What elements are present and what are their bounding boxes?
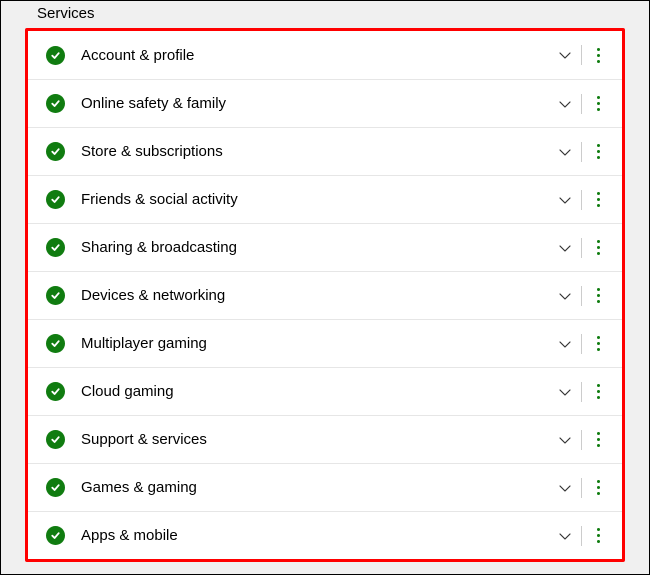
more-options-icon[interactable]	[586, 186, 610, 214]
divider	[581, 142, 582, 162]
chevron-down-icon[interactable]	[551, 234, 579, 262]
service-row[interactable]: Account & profile	[28, 31, 622, 79]
services-list: Account & profile Online safety & family S…	[28, 31, 622, 559]
more-options-icon[interactable]	[586, 90, 610, 118]
chevron-down-icon[interactable]	[551, 426, 579, 454]
service-label: Online safety & family	[81, 95, 551, 112]
chevron-down-icon[interactable]	[551, 186, 579, 214]
service-row[interactable]: Sharing & broadcasting	[28, 223, 622, 271]
divider	[581, 190, 582, 210]
status-ok-icon	[46, 94, 65, 113]
row-actions	[551, 90, 610, 118]
service-row[interactable]: Cloud gaming	[28, 367, 622, 415]
service-row[interactable]: Devices & networking	[28, 271, 622, 319]
chevron-down-icon[interactable]	[551, 90, 579, 118]
service-row[interactable]: Multiplayer gaming	[28, 319, 622, 367]
chevron-down-icon[interactable]	[551, 474, 579, 502]
divider	[581, 430, 582, 450]
service-label: Friends & social activity	[81, 191, 551, 208]
status-ok-icon	[46, 430, 65, 449]
chevron-down-icon[interactable]	[551, 522, 579, 550]
service-label: Sharing & broadcasting	[81, 239, 551, 256]
divider	[581, 238, 582, 258]
row-actions	[551, 41, 610, 69]
divider	[581, 286, 582, 306]
service-row[interactable]: Friends & social activity	[28, 175, 622, 223]
chevron-down-icon[interactable]	[551, 138, 579, 166]
row-actions	[551, 234, 610, 262]
row-actions	[551, 378, 610, 406]
service-row[interactable]: Support & services	[28, 415, 622, 463]
service-row[interactable]: Apps & mobile	[28, 511, 622, 559]
more-options-icon[interactable]	[586, 41, 610, 69]
more-options-icon[interactable]	[586, 426, 610, 454]
services-highlight: Account & profile Online safety & family S…	[25, 28, 625, 562]
service-row[interactable]: Store & subscriptions	[28, 127, 622, 175]
more-options-icon[interactable]	[586, 522, 610, 550]
divider	[581, 526, 582, 546]
chevron-down-icon[interactable]	[551, 378, 579, 406]
chevron-down-icon[interactable]	[551, 282, 579, 310]
more-options-icon[interactable]	[586, 138, 610, 166]
more-options-icon[interactable]	[586, 282, 610, 310]
status-ok-icon	[46, 142, 65, 161]
status-ok-icon	[46, 526, 65, 545]
service-label: Support & services	[81, 431, 551, 448]
more-options-icon[interactable]	[586, 474, 610, 502]
chevron-down-icon[interactable]	[551, 330, 579, 358]
divider	[581, 334, 582, 354]
section-title: Services	[1, 5, 649, 28]
more-options-icon[interactable]	[586, 378, 610, 406]
status-ok-icon	[46, 334, 65, 353]
service-label: Games & gaming	[81, 479, 551, 496]
row-actions	[551, 330, 610, 358]
row-actions	[551, 522, 610, 550]
service-label: Account & profile	[81, 47, 551, 64]
row-actions	[551, 474, 610, 502]
divider	[581, 45, 582, 65]
status-ok-icon	[46, 190, 65, 209]
row-actions	[551, 138, 610, 166]
divider	[581, 94, 582, 114]
service-row[interactable]: Online safety & family	[28, 79, 622, 127]
service-row[interactable]: Games & gaming	[28, 463, 622, 511]
divider	[581, 478, 582, 498]
service-label: Multiplayer gaming	[81, 335, 551, 352]
row-actions	[551, 282, 610, 310]
more-options-icon[interactable]	[586, 330, 610, 358]
status-ok-icon	[46, 478, 65, 497]
status-ok-icon	[46, 382, 65, 401]
service-label: Apps & mobile	[81, 527, 551, 544]
row-actions	[551, 186, 610, 214]
chevron-down-icon[interactable]	[551, 41, 579, 69]
status-ok-icon	[46, 238, 65, 257]
service-label: Store & subscriptions	[81, 143, 551, 160]
more-options-icon[interactable]	[586, 234, 610, 262]
divider	[581, 382, 582, 402]
status-ok-icon	[46, 286, 65, 305]
row-actions	[551, 426, 610, 454]
service-label: Devices & networking	[81, 287, 551, 304]
status-ok-icon	[46, 46, 65, 65]
service-label: Cloud gaming	[81, 383, 551, 400]
